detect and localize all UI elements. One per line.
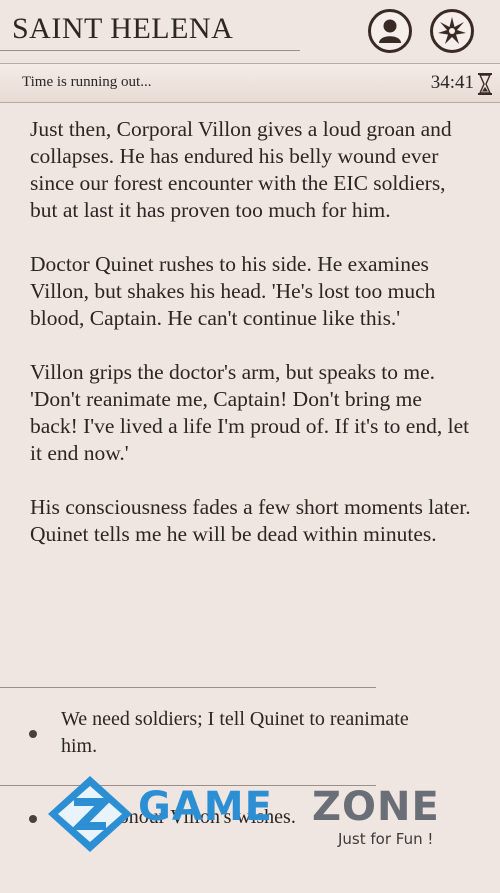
choice-bullet: [29, 730, 37, 738]
person-icon: [379, 19, 401, 43]
game-zone-logo-icon: [48, 776, 132, 852]
story-paragraph: Just then, Corporal Villon gives a loud …: [30, 117, 452, 222]
watermark-brand-game: GAME: [138, 784, 273, 830]
header-bar: SAINT HELENA: [0, 0, 500, 63]
story-paragraph: His consciousness fades a few short mome…: [30, 495, 471, 546]
story-paragraph: Doctor Quinet rushes to his side. He exa…: [30, 252, 436, 330]
watermark-logo: GAME ZONE Just for Fun !: [46, 768, 456, 858]
page-title: SAINT HELENA: [12, 12, 234, 45]
choices-divider: [0, 687, 376, 688]
compass-star-icon: [438, 17, 466, 44]
profile-button[interactable]: [368, 9, 412, 53]
choice-text: We need soldiers; I tell Quinet to reani…: [61, 708, 409, 757]
title-divider: [0, 50, 300, 51]
watermark-tagline: Just for Fun !: [338, 830, 434, 848]
story-text: Just then, Corporal Villon gives a loud …: [30, 116, 475, 575]
status-bar: Time is running out... 34:41: [0, 63, 500, 103]
status-message: Time is running out...: [22, 74, 152, 90]
choice-option[interactable]: We need soldiers; I tell Quinet to reani…: [0, 706, 440, 766]
watermark-brand-zone: ZONE: [312, 784, 440, 830]
settings-button[interactable]: [430, 9, 474, 53]
hourglass-icon: [478, 73, 492, 95]
choice-bullet: [29, 815, 37, 823]
story-paragraph: Villon grips the doctor's arm, but speak…: [30, 360, 470, 465]
countdown-timer: 34:41: [430, 72, 474, 93]
